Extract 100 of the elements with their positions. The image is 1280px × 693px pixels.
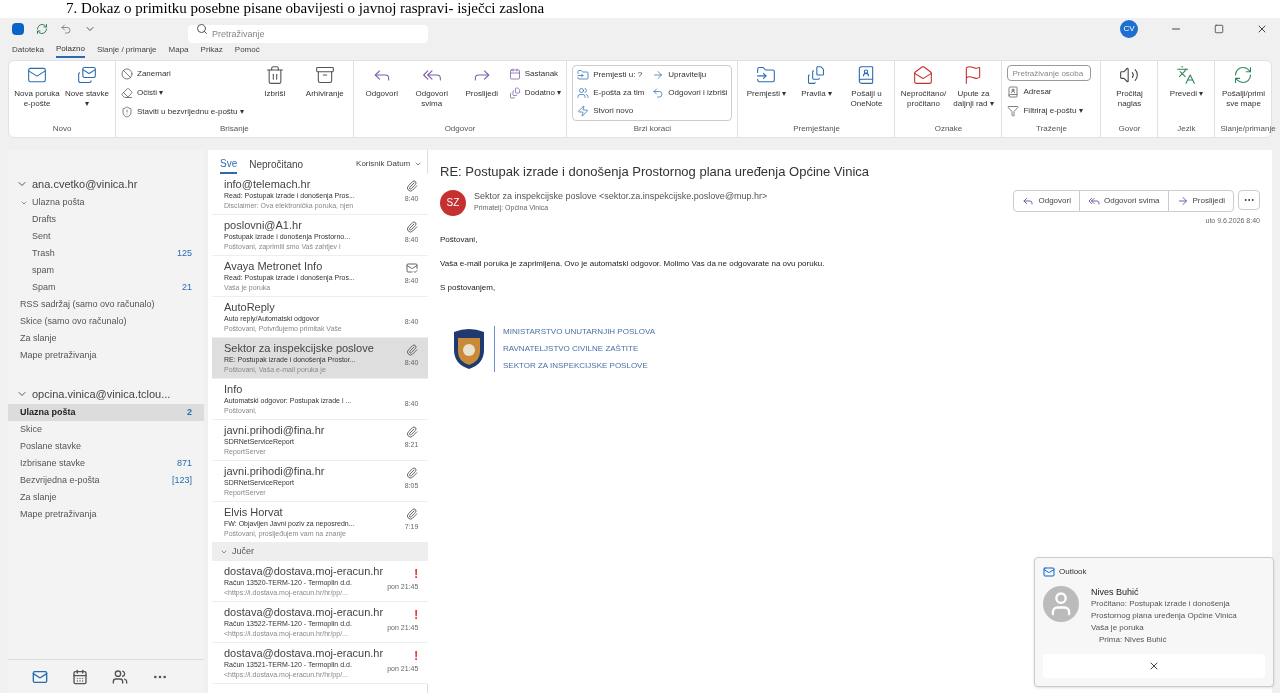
menu-tab[interactable]: Polazno bbox=[56, 42, 85, 58]
user-avatar[interactable]: CV bbox=[1120, 20, 1138, 38]
menu-tab[interactable]: Pomoć bbox=[234, 42, 260, 58]
folder-item[interactable]: Trash 125 bbox=[8, 245, 204, 262]
sender-name: javni.prihodi@fina.hr bbox=[224, 465, 326, 478]
close-icon[interactable] bbox=[1256, 23, 1268, 35]
ribbon-button[interactable]: Premjesti u: ? bbox=[577, 66, 645, 83]
ribbon-icon bbox=[577, 86, 590, 99]
folder-item[interactable]: Mape pretraživanja bbox=[8, 506, 204, 523]
menu-tab[interactable]: Mapa bbox=[168, 42, 189, 58]
ribbon-button[interactable]: Odgovori bbox=[358, 65, 405, 99]
unread-count: [123] bbox=[171, 473, 192, 487]
ribbon-icon bbox=[508, 67, 521, 80]
ribbon-icon bbox=[77, 65, 97, 85]
ribbon-icon bbox=[121, 105, 133, 118]
ribbon-button[interactable]: Dodatno ▾ bbox=[508, 84, 562, 101]
folder-item[interactable]: Za slanje bbox=[8, 489, 204, 506]
folder-item[interactable]: Za slanje bbox=[8, 330, 204, 347]
undo-icon[interactable] bbox=[60, 23, 72, 35]
people-search-field[interactable]: Pretraživanje osoba bbox=[1007, 65, 1092, 81]
ribbon-button[interactable]: Staviti u bezvrijednu e-poštu ▾ bbox=[121, 103, 244, 120]
sender-name: dostava@dostava.moj-eracun.hr bbox=[224, 606, 384, 619]
ribbon-icon bbox=[756, 65, 777, 85]
group-header[interactable]: Jučer bbox=[212, 543, 431, 561]
ribbon-button[interactable]: Zanemari bbox=[121, 65, 244, 82]
menu-tab[interactable]: Prikaz bbox=[200, 42, 223, 58]
ribbon-button[interactable]: E-pošta za tim bbox=[577, 84, 645, 101]
ribbon-button[interactable]: Pošalji u OneNote bbox=[843, 65, 890, 109]
folder-item[interactable]: Spam 21 bbox=[8, 279, 204, 296]
ribbon-button[interactable]: Izbriši bbox=[251, 65, 298, 99]
folder-item[interactable]: Ulazna pošta bbox=[8, 194, 204, 211]
ribbon-button[interactable]: Pravila ▾ bbox=[793, 65, 840, 99]
ribbon-icon bbox=[652, 68, 665, 81]
body-paragraph: Vaša e-mail poruka je zaprimljena. Ovo je automatski odgovor. Molimo Vas da ne odgovarate na ovu poruku. bbox=[440, 258, 826, 270]
menu-tab[interactable]: Datoteka bbox=[12, 42, 45, 58]
ribbon-group-label: Brzi koraci bbox=[632, 123, 672, 135]
ribbon-button[interactable]: Nova poruka e-pošte bbox=[14, 65, 60, 109]
ribbon-button[interactable]: Očisti ▾ bbox=[121, 84, 244, 101]
ribbon-button[interactable]: Arhiviranje bbox=[301, 65, 348, 99]
shield-emblem-icon bbox=[452, 328, 486, 370]
ribbon-button[interactable]: Nove stavke ▾ bbox=[64, 65, 110, 109]
filter-tab[interactable]: Nepročitano bbox=[249, 154, 304, 174]
sender-name: AutoReply bbox=[224, 301, 276, 314]
chevron-icon bbox=[220, 548, 228, 556]
folder-item[interactable]: Izbrisane stavke 871 bbox=[8, 455, 204, 472]
folder-item[interactable]: RSS sadržaj (samo ovo računalo) bbox=[8, 296, 204, 313]
ribbon-icon bbox=[508, 86, 521, 99]
ribbon-button[interactable]: Pročitaj naglas bbox=[1106, 65, 1153, 109]
ribbon-button[interactable]: Proslijedi bbox=[458, 65, 505, 99]
folder-item[interactable]: Skice bbox=[8, 421, 204, 438]
account-name[interactable]: opcina.vinica@vinica.tclou... bbox=[32, 385, 171, 403]
ribbon-button[interactable]: Odgovori svima bbox=[408, 65, 455, 109]
unread-count: 21 bbox=[182, 280, 192, 294]
action-button[interactable]: Proslijedi bbox=[1168, 190, 1233, 211]
menu-tab[interactable]: Slanje / primanje bbox=[96, 42, 157, 58]
search-field[interactable]: Pretraživanje bbox=[188, 25, 428, 43]
email-subject: RE: Postupak izrade i donošenja Prostornog plana uređenja Općine Vinica bbox=[440, 163, 871, 181]
ribbon-button[interactable]: Nepročitano/ pročitano bbox=[900, 65, 947, 109]
avatar-silhouette-icon bbox=[1043, 586, 1079, 622]
action-icon bbox=[1176, 194, 1189, 207]
app-name: Outlook bbox=[1059, 566, 1087, 578]
ribbon-icon bbox=[121, 86, 133, 99]
calendar-icon[interactable] bbox=[72, 668, 88, 685]
folder-item[interactable]: Skice (samo ovo računalo) bbox=[8, 313, 204, 330]
ribbon-button[interactable]: Stvori novo bbox=[577, 102, 645, 119]
sender-name: info@telemach.hr bbox=[224, 178, 312, 191]
body-paragraph: Poštovani, bbox=[440, 234, 479, 246]
ribbon-button[interactable]: Filtriraj e-poštu ▾ bbox=[1007, 102, 1092, 119]
sync-icon[interactable] bbox=[36, 23, 48, 35]
mail-icon[interactable] bbox=[32, 668, 48, 685]
sender-avatar: SZ bbox=[440, 189, 466, 216]
sort-dropdown[interactable]: Korisnik Datum bbox=[356, 158, 423, 170]
account-name[interactable]: ana.cvetko@vinica.hr bbox=[32, 175, 138, 193]
ribbon-button[interactable]: Pošalji/primi sve mape bbox=[1220, 65, 1267, 109]
ribbon-button[interactable]: Premjesti ▾ bbox=[743, 65, 790, 99]
action-button[interactable]: Odgovori bbox=[1014, 190, 1080, 211]
ribbon-icon bbox=[806, 65, 827, 85]
action-button[interactable]: Odgovori svima bbox=[1079, 190, 1169, 211]
ribbon-button[interactable]: Upute za daljnji rad ▾ bbox=[950, 65, 997, 109]
ribbon-button[interactable]: Adresar bbox=[1007, 83, 1092, 100]
sender-name: Elvis Horvat bbox=[224, 506, 284, 519]
folder-item[interactable]: Drafts bbox=[8, 211, 204, 228]
ribbon-button[interactable]: Upravitelju bbox=[652, 66, 728, 83]
maximize-icon[interactable] bbox=[1214, 24, 1224, 34]
ribbon-icon bbox=[577, 68, 590, 81]
ribbon-group-label: Slanje/primanje bbox=[1220, 123, 1276, 135]
ribbon-button[interactable]: Odgovori i izbriši bbox=[652, 84, 728, 101]
folder-item[interactable]: spam bbox=[8, 262, 204, 279]
folder-item[interactable]: Mape pretraživanja bbox=[8, 347, 204, 364]
folder-item[interactable]: Bezvrijedna e-pošta [123] bbox=[8, 472, 204, 489]
more-button[interactable] bbox=[1238, 189, 1260, 210]
body-paragraph: S poštovanjem, bbox=[440, 282, 497, 294]
people-icon[interactable] bbox=[112, 668, 128, 685]
importance-label: ! bbox=[413, 567, 419, 580]
ribbon-button[interactable]: Sastanak bbox=[508, 65, 562, 82]
ribbon-button[interactable]: Prevedi ▾ bbox=[1163, 65, 1210, 99]
folder-item[interactable]: Ulazna pošta 2 bbox=[8, 404, 204, 421]
folder-item[interactable]: Sent bbox=[8, 228, 204, 245]
sender-name: Info bbox=[224, 383, 244, 396]
folder-item[interactable]: Poslane stavke bbox=[8, 438, 204, 455]
